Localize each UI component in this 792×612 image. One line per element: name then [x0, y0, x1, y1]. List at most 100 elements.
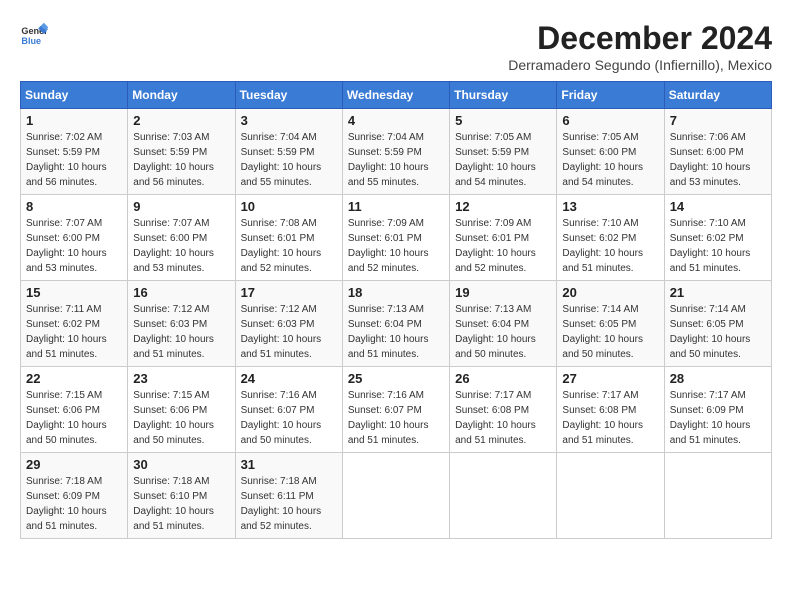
day-number: 9 — [133, 199, 229, 214]
calendar-cell: 17 Sunrise: 7:12 AMSunset: 6:03 PMDaylig… — [235, 281, 342, 367]
calendar-cell: 8 Sunrise: 7:07 AMSunset: 6:00 PMDayligh… — [21, 195, 128, 281]
day-number: 28 — [670, 371, 766, 386]
calendar-cell: 30 Sunrise: 7:18 AMSunset: 6:10 PMDaylig… — [128, 453, 235, 539]
logo-icon: General Blue — [20, 20, 48, 48]
day-detail: Sunrise: 7:10 AMSunset: 6:02 PMDaylight:… — [562, 216, 658, 276]
calendar-cell — [342, 453, 449, 539]
calendar-cell: 20 Sunrise: 7:14 AMSunset: 6:05 PMDaylig… — [557, 281, 664, 367]
day-detail: Sunrise: 7:07 AMSunset: 6:00 PMDaylight:… — [133, 216, 229, 276]
calendar-cell: 12 Sunrise: 7:09 AMSunset: 6:01 PMDaylig… — [450, 195, 557, 281]
page-title: December 2024 — [508, 20, 772, 57]
day-detail: Sunrise: 7:09 AMSunset: 6:01 PMDaylight:… — [455, 216, 551, 276]
calendar-cell: 29 Sunrise: 7:18 AMSunset: 6:09 PMDaylig… — [21, 453, 128, 539]
day-number: 2 — [133, 113, 229, 128]
day-detail: Sunrise: 7:18 AMSunset: 6:10 PMDaylight:… — [133, 474, 229, 534]
day-detail: Sunrise: 7:16 AMSunset: 6:07 PMDaylight:… — [241, 388, 337, 448]
day-number: 7 — [670, 113, 766, 128]
day-detail: Sunrise: 7:06 AMSunset: 6:00 PMDaylight:… — [670, 130, 766, 190]
calendar-cell: 27 Sunrise: 7:17 AMSunset: 6:08 PMDaylig… — [557, 367, 664, 453]
day-detail: Sunrise: 7:13 AMSunset: 6:04 PMDaylight:… — [455, 302, 551, 362]
calendar-cell: 25 Sunrise: 7:16 AMSunset: 6:07 PMDaylig… — [342, 367, 449, 453]
calendar-cell: 3 Sunrise: 7:04 AMSunset: 5:59 PMDayligh… — [235, 109, 342, 195]
day-detail: Sunrise: 7:10 AMSunset: 6:02 PMDaylight:… — [670, 216, 766, 276]
calendar-cell: 21 Sunrise: 7:14 AMSunset: 6:05 PMDaylig… — [664, 281, 771, 367]
day-detail: Sunrise: 7:12 AMSunset: 6:03 PMDaylight:… — [241, 302, 337, 362]
day-number: 26 — [455, 371, 551, 386]
calendar-cell: 24 Sunrise: 7:16 AMSunset: 6:07 PMDaylig… — [235, 367, 342, 453]
day-detail: Sunrise: 7:11 AMSunset: 6:02 PMDaylight:… — [26, 302, 122, 362]
calendar-cell: 28 Sunrise: 7:17 AMSunset: 6:09 PMDaylig… — [664, 367, 771, 453]
calendar-cell: 26 Sunrise: 7:17 AMSunset: 6:08 PMDaylig… — [450, 367, 557, 453]
calendar-cell: 31 Sunrise: 7:18 AMSunset: 6:11 PMDaylig… — [235, 453, 342, 539]
header: General Blue December 2024 Derramadero S… — [20, 20, 772, 73]
day-detail: Sunrise: 7:09 AMSunset: 6:01 PMDaylight:… — [348, 216, 444, 276]
day-detail: Sunrise: 7:16 AMSunset: 6:07 PMDaylight:… — [348, 388, 444, 448]
calendar-week-row: 15 Sunrise: 7:11 AMSunset: 6:02 PMDaylig… — [21, 281, 772, 367]
day-detail: Sunrise: 7:13 AMSunset: 6:04 PMDaylight:… — [348, 302, 444, 362]
day-detail: Sunrise: 7:14 AMSunset: 6:05 PMDaylight:… — [562, 302, 658, 362]
day-detail: Sunrise: 7:05 AMSunset: 6:00 PMDaylight:… — [562, 130, 658, 190]
calendar-week-row: 8 Sunrise: 7:07 AMSunset: 6:00 PMDayligh… — [21, 195, 772, 281]
calendar-cell: 9 Sunrise: 7:07 AMSunset: 6:00 PMDayligh… — [128, 195, 235, 281]
calendar-cell: 22 Sunrise: 7:15 AMSunset: 6:06 PMDaylig… — [21, 367, 128, 453]
calendar-cell: 7 Sunrise: 7:06 AMSunset: 6:00 PMDayligh… — [664, 109, 771, 195]
weekday-header: Tuesday — [235, 82, 342, 109]
calendar-cell: 23 Sunrise: 7:15 AMSunset: 6:06 PMDaylig… — [128, 367, 235, 453]
day-number: 31 — [241, 457, 337, 472]
day-number: 25 — [348, 371, 444, 386]
day-number: 12 — [455, 199, 551, 214]
calendar-cell: 15 Sunrise: 7:11 AMSunset: 6:02 PMDaylig… — [21, 281, 128, 367]
logo: General Blue — [20, 20, 48, 48]
day-detail: Sunrise: 7:12 AMSunset: 6:03 PMDaylight:… — [133, 302, 229, 362]
day-detail: Sunrise: 7:17 AMSunset: 6:08 PMDaylight:… — [455, 388, 551, 448]
title-block: December 2024 Derramadero Segundo (Infie… — [508, 20, 772, 73]
calendar-cell — [557, 453, 664, 539]
weekday-header: Wednesday — [342, 82, 449, 109]
day-detail: Sunrise: 7:04 AMSunset: 5:59 PMDaylight:… — [348, 130, 444, 190]
weekday-header: Sunday — [21, 82, 128, 109]
day-number: 19 — [455, 285, 551, 300]
day-detail: Sunrise: 7:08 AMSunset: 6:01 PMDaylight:… — [241, 216, 337, 276]
day-detail: Sunrise: 7:02 AMSunset: 5:59 PMDaylight:… — [26, 130, 122, 190]
calendar-cell: 10 Sunrise: 7:08 AMSunset: 6:01 PMDaylig… — [235, 195, 342, 281]
day-detail: Sunrise: 7:18 AMSunset: 6:09 PMDaylight:… — [26, 474, 122, 534]
page-subtitle: Derramadero Segundo (Infiernillo), Mexic… — [508, 57, 772, 73]
day-number: 27 — [562, 371, 658, 386]
day-number: 8 — [26, 199, 122, 214]
day-number: 14 — [670, 199, 766, 214]
calendar-cell: 16 Sunrise: 7:12 AMSunset: 6:03 PMDaylig… — [128, 281, 235, 367]
calendar-cell: 1 Sunrise: 7:02 AMSunset: 5:59 PMDayligh… — [21, 109, 128, 195]
day-detail: Sunrise: 7:17 AMSunset: 6:09 PMDaylight:… — [670, 388, 766, 448]
weekday-header: Saturday — [664, 82, 771, 109]
calendar-table: SundayMondayTuesdayWednesdayThursdayFrid… — [20, 81, 772, 539]
day-detail: Sunrise: 7:15 AMSunset: 6:06 PMDaylight:… — [133, 388, 229, 448]
day-number: 30 — [133, 457, 229, 472]
calendar-cell: 4 Sunrise: 7:04 AMSunset: 5:59 PMDayligh… — [342, 109, 449, 195]
calendar-cell — [450, 453, 557, 539]
calendar-week-row: 29 Sunrise: 7:18 AMSunset: 6:09 PMDaylig… — [21, 453, 772, 539]
day-number: 13 — [562, 199, 658, 214]
day-number: 11 — [348, 199, 444, 214]
day-number: 5 — [455, 113, 551, 128]
calendar-cell: 18 Sunrise: 7:13 AMSunset: 6:04 PMDaylig… — [342, 281, 449, 367]
day-number: 22 — [26, 371, 122, 386]
calendar-cell: 6 Sunrise: 7:05 AMSunset: 6:00 PMDayligh… — [557, 109, 664, 195]
day-number: 10 — [241, 199, 337, 214]
day-number: 20 — [562, 285, 658, 300]
calendar-cell: 5 Sunrise: 7:05 AMSunset: 5:59 PMDayligh… — [450, 109, 557, 195]
day-detail: Sunrise: 7:04 AMSunset: 5:59 PMDaylight:… — [241, 130, 337, 190]
day-number: 4 — [348, 113, 444, 128]
weekday-header: Monday — [128, 82, 235, 109]
day-number: 23 — [133, 371, 229, 386]
day-detail: Sunrise: 7:14 AMSunset: 6:05 PMDaylight:… — [670, 302, 766, 362]
day-number: 17 — [241, 285, 337, 300]
weekday-header: Friday — [557, 82, 664, 109]
calendar-header-row: SundayMondayTuesdayWednesdayThursdayFrid… — [21, 82, 772, 109]
day-detail: Sunrise: 7:03 AMSunset: 5:59 PMDaylight:… — [133, 130, 229, 190]
day-detail: Sunrise: 7:18 AMSunset: 6:11 PMDaylight:… — [241, 474, 337, 534]
svg-text:Blue: Blue — [21, 36, 41, 46]
day-detail: Sunrise: 7:05 AMSunset: 5:59 PMDaylight:… — [455, 130, 551, 190]
day-number: 16 — [133, 285, 229, 300]
day-detail: Sunrise: 7:15 AMSunset: 6:06 PMDaylight:… — [26, 388, 122, 448]
day-number: 24 — [241, 371, 337, 386]
